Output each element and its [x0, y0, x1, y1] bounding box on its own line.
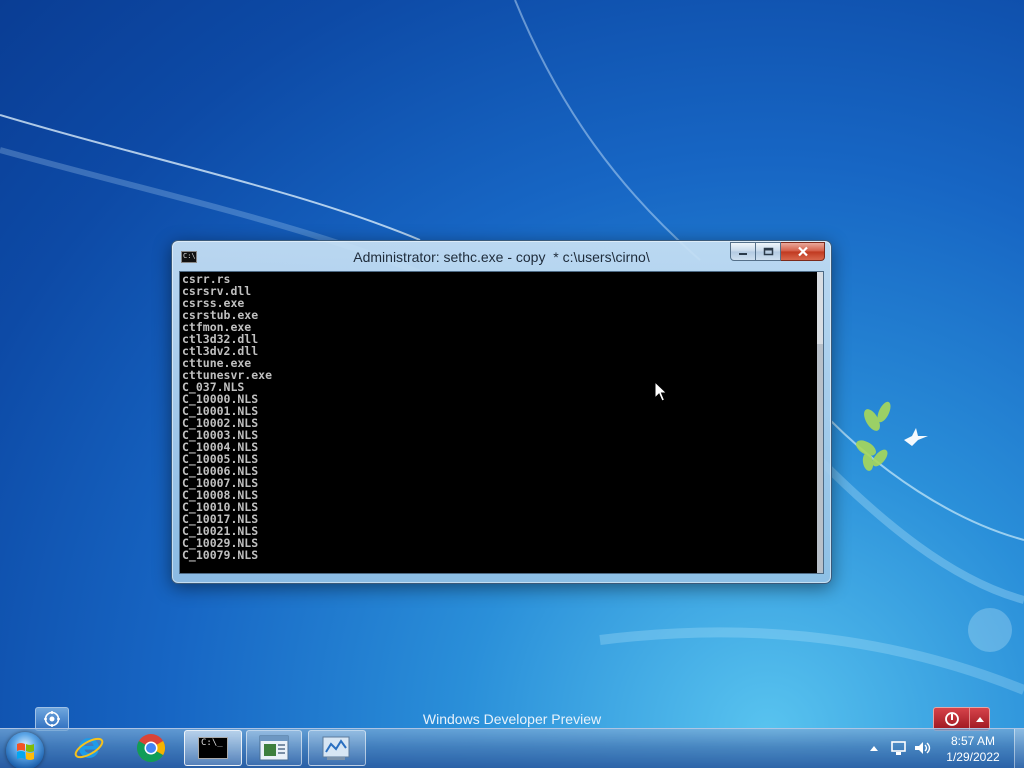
console-lines: csrr.rs csrsrv.dll csrss.exe csrstub.exe ctf… — [182, 273, 272, 561]
cmd-icon-label: C:\ — [183, 252, 196, 260]
chevron-up-icon — [975, 717, 984, 722]
close-button[interactable] — [781, 242, 825, 261]
volume-icon[interactable] — [913, 739, 931, 757]
scrollbar-thumb[interactable] — [817, 344, 823, 573]
cmd-taskbar-icon-label: C:\_ — [201, 738, 223, 748]
taskbar-chrome[interactable] — [126, 730, 176, 766]
console-line: C_10079.NLS — [182, 548, 259, 562]
caption-buttons — [730, 242, 825, 262]
clock-time: 8:57 AM — [950, 734, 996, 748]
show-hidden-icons-icon[interactable] — [869, 744, 879, 752]
show-desktop-button[interactable] — [1014, 729, 1024, 768]
maximize-button[interactable] — [756, 242, 781, 261]
control-panel-icon — [322, 736, 350, 760]
desktop-watermark: Windows Developer Preview — [422, 711, 602, 727]
taskbar-internet-explorer[interactable] — [64, 730, 114, 766]
window-icon — [259, 735, 289, 761]
network-icon[interactable] — [890, 739, 908, 757]
start-button[interactable] — [6, 732, 44, 768]
power-icon-wrap[interactable] — [934, 711, 969, 727]
console-scrollbar[interactable] — [817, 272, 823, 573]
window-titlebar[interactable]: C:\ Administrator: sethc.exe - copy * c:… — [172, 241, 831, 273]
minimize-icon — [739, 252, 747, 255]
cmd-taskbar-icon: C:\_ — [198, 737, 228, 759]
chrome-icon — [137, 734, 165, 762]
taskbar-clock[interactable]: 8:57 AM 1/29/2022 — [938, 733, 1008, 765]
mouse-cursor-icon — [654, 381, 668, 402]
minimize-button[interactable] — [730, 242, 756, 261]
taskbar-command-prompt[interactable]: C:\_ — [184, 730, 242, 766]
taskbar-explorer-window[interactable] — [246, 730, 302, 766]
cmd-icon[interactable]: C:\ — [181, 251, 197, 263]
wallpaper-leaves — [856, 401, 891, 471]
settings-gear-icon — [44, 711, 60, 727]
clock-date: 1/29/2022 — [946, 750, 1000, 764]
taskbar-control-panel[interactable] — [308, 730, 366, 766]
power-options-arrow[interactable] — [969, 708, 989, 730]
command-prompt-window[interactable]: C:\ Administrator: sethc.exe - copy * c:… — [171, 240, 832, 584]
internet-explorer-icon — [74, 737, 104, 759]
wallpaper-bird — [904, 428, 928, 446]
windows-logo-icon — [17, 743, 34, 760]
power-icon — [944, 712, 959, 726]
window-title: Administrator: sethc.exe - copy * c:\use… — [353, 249, 650, 265]
close-icon — [797, 246, 808, 257]
maximize-icon — [763, 247, 773, 256]
console-output[interactable]: csrr.rs csrsrv.dll csrss.exe csrstub.exe ctf… — [179, 271, 824, 574]
